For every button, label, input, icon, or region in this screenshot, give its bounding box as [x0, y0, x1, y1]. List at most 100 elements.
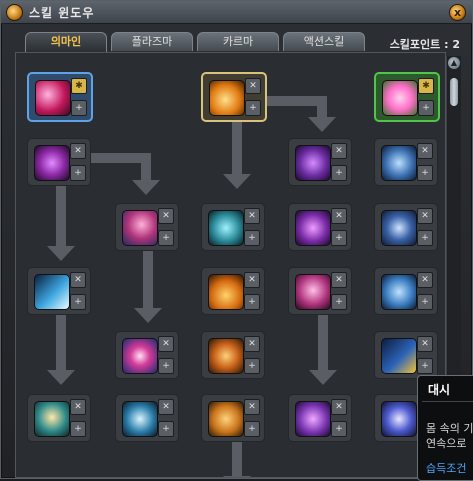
ice-beam-icon — [34, 274, 70, 310]
fire-dash-icon — [208, 338, 244, 374]
skill-mark-icon: ✕ — [331, 143, 347, 159]
plus-button[interactable]: + — [158, 358, 174, 374]
tooltip-title: 대시 — [428, 383, 451, 397]
plus-button[interactable]: + — [417, 294, 433, 310]
skill-points: 스킬포인트 : 2 — [389, 38, 460, 51]
plus-button[interactable]: + — [71, 100, 87, 116]
skill-mark-icon: ✕ — [158, 399, 174, 415]
skill-slot[interactable]: ✕ + — [288, 138, 352, 186]
pink-burst-icon — [122, 338, 158, 374]
gold-star-icon: ✱ — [71, 78, 87, 94]
skill-tooltip: 대시 몸 속의 기 연속으로 습득조건 — [417, 375, 473, 481]
scroll-thumb[interactable] — [450, 78, 458, 106]
skill-mark-icon: ✕ — [417, 208, 433, 224]
skill-mark-icon: ✕ — [244, 399, 260, 415]
plus-button[interactable]: + — [70, 421, 86, 437]
skill-slot[interactable]: ✕ + — [201, 72, 267, 122]
cyan-figure-icon — [208, 210, 244, 246]
skill-mark-icon: ✕ — [331, 208, 347, 224]
plus-button[interactable]: + — [331, 165, 347, 181]
scroll-up-button[interactable]: ▲ — [448, 57, 460, 69]
tree-arrow — [309, 313, 337, 385]
skill-slot[interactable]: ✕ + — [288, 203, 352, 251]
skill-mark-icon: ✕ — [158, 208, 174, 224]
skill-slot[interactable]: ✕ + — [27, 138, 91, 186]
plus-button[interactable]: + — [331, 230, 347, 246]
tooltip-divider — [422, 401, 473, 402]
skill-mark-icon: ✕ — [244, 336, 260, 352]
tree-arrow — [134, 247, 162, 323]
skill-slot[interactable]: ✱ + — [374, 72, 440, 122]
plus-button[interactable]: + — [244, 230, 260, 246]
skill-slot[interactable]: ✕ + — [27, 394, 91, 442]
plus-button[interactable]: + — [244, 358, 260, 374]
skill-slot[interactable]: ✕ + — [288, 394, 352, 442]
tree-arrow — [223, 117, 251, 189]
skill-slot[interactable]: ✕ + — [201, 267, 265, 315]
gold-star-icon: ✱ — [418, 78, 434, 94]
window-title: 스킬 윈도우 — [29, 6, 95, 20]
tooltip-description: 연속으로 — [426, 437, 467, 450]
pink-strike-icon — [122, 210, 158, 246]
plus-button[interactable]: + — [417, 358, 433, 374]
purple-orb-icon — [34, 145, 70, 181]
skill-slot[interactable]: ✕ + — [374, 138, 438, 186]
pink-slash-icon — [35, 80, 71, 116]
skill-slot[interactable]: ✱ + — [27, 72, 93, 122]
plus-button[interactable]: + — [244, 294, 260, 310]
plus-button[interactable]: + — [417, 230, 433, 246]
skill-tabs: 의마인 플라즈마 카르마 액션스킬 — [25, 32, 365, 52]
skill-mark-icon: ✕ — [245, 78, 261, 94]
plus-button[interactable]: + — [70, 294, 86, 310]
skill-mark-icon: ✕ — [417, 336, 433, 352]
skill-slot[interactable]: ✕ + — [201, 203, 265, 251]
plus-button[interactable]: + — [70, 165, 86, 181]
fire-hand-icon — [209, 80, 245, 116]
burst-aura-icon — [381, 401, 417, 437]
purple-claw-icon — [295, 210, 331, 246]
skill-mark-icon: ✕ — [70, 399, 86, 415]
skill-slot[interactable]: ✕ + — [115, 331, 179, 379]
rose-fist-icon — [295, 274, 331, 310]
tree-arrow — [132, 153, 160, 195]
tooltip-condition: 습득조건 — [426, 462, 467, 475]
tab-1[interactable]: 의마인 — [25, 32, 107, 52]
tab-4[interactable]: 액션스킬 — [283, 32, 365, 51]
tab-2[interactable]: 플라즈마 — [111, 32, 193, 51]
skill-mark-icon: ✕ — [70, 272, 86, 288]
window-orb-icon — [6, 4, 23, 21]
close-button[interactable]: x — [449, 4, 466, 21]
skill-slot[interactable]: ✕ + — [201, 394, 265, 442]
skill-slot[interactable]: ✕ + — [374, 331, 438, 379]
skill-slot[interactable]: ✕ + — [115, 394, 179, 442]
skill-slot[interactable]: ✕ + — [27, 267, 91, 315]
blue-flare-icon — [122, 401, 158, 437]
purple-storm-icon — [295, 401, 331, 437]
skill-mark-icon: ✕ — [244, 208, 260, 224]
pink-face-icon — [382, 80, 418, 116]
plus-button[interactable]: + — [244, 421, 260, 437]
skill-slot[interactable]: ✕ + — [288, 267, 352, 315]
tab-3[interactable]: 카르마 — [197, 32, 279, 51]
plus-button[interactable]: + — [417, 165, 433, 181]
dash-icon — [381, 338, 417, 374]
blue-aura-icon — [381, 145, 417, 181]
skill-mark-icon: ✕ — [417, 143, 433, 159]
orange-fist-icon — [208, 401, 244, 437]
plus-button[interactable]: + — [158, 230, 174, 246]
plus-button[interactable]: + — [331, 294, 347, 310]
plus-button[interactable]: + — [331, 421, 347, 437]
skill-mark-icon: ✕ — [331, 399, 347, 415]
skill-slot[interactable]: ✕ + — [201, 331, 265, 379]
skill-slot[interactable]: ✕ + — [374, 267, 438, 315]
tree-arrow — [308, 96, 336, 132]
violet-swirl-icon — [295, 145, 331, 181]
sage-icon — [34, 401, 70, 437]
skill-slot[interactable]: ✕ + — [374, 203, 438, 251]
skill-slot[interactable]: ✕ + — [115, 203, 179, 251]
skill-mark-icon: ✕ — [244, 272, 260, 288]
plus-button[interactable]: + — [418, 100, 434, 116]
plus-button[interactable]: + — [158, 421, 174, 437]
plus-button[interactable]: + — [245, 100, 261, 116]
title-bar[interactable]: 스킬 윈도우 x — [1, 1, 472, 24]
